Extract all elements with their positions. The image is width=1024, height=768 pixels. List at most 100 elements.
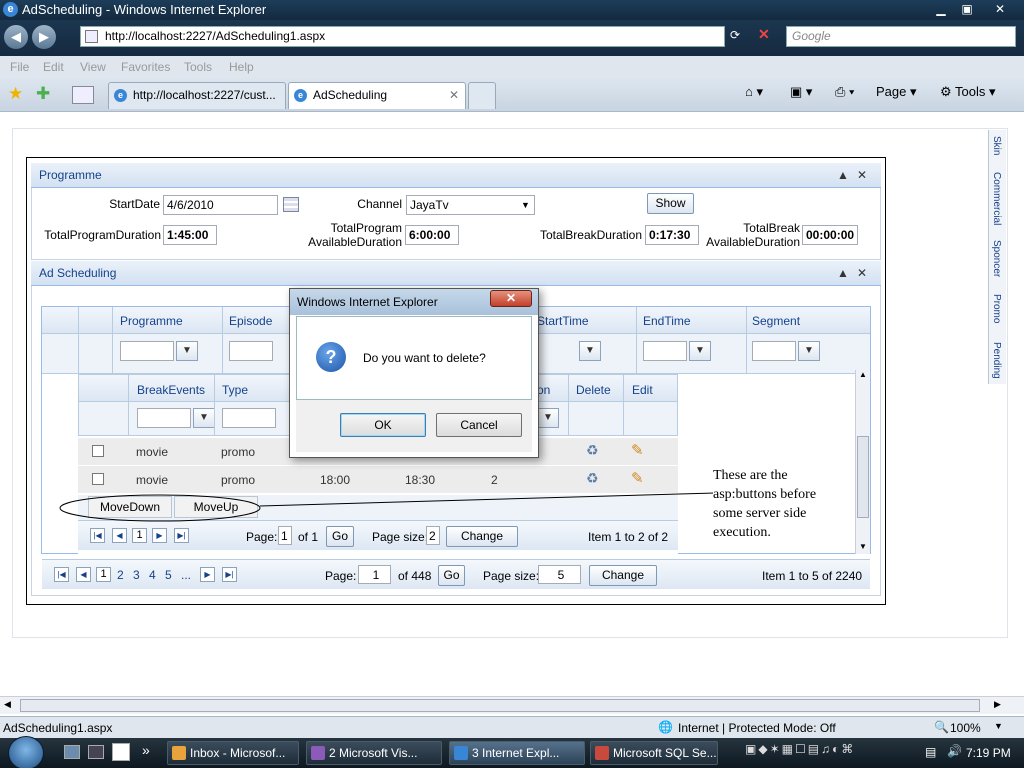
home-icon[interactable]: ⌂ ▾ [745, 84, 763, 100]
programme-filter-input[interactable] [120, 341, 174, 361]
page-menu[interactable]: Page ▾ [876, 84, 917, 100]
print-icon[interactable]: ⎙ ▾ [835, 84, 854, 100]
tab-customer[interactable]: e http://localhost:2227/cust... [108, 82, 286, 109]
sidebar-item-skin[interactable]: Skin [991, 136, 1002, 155]
taskbar-item-sql-server[interactable]: Microsoft SQL Se... [590, 741, 718, 765]
zoom-level[interactable]: 100% [950, 721, 981, 735]
page-number[interactable]: 1 [132, 528, 147, 543]
close-panel-icon[interactable]: ✕ [857, 261, 867, 286]
page-link-5[interactable]: 5 [165, 568, 172, 582]
grid-scrollbar[interactable]: ▲ ▼ [855, 370, 870, 554]
menu-view[interactable]: View [80, 60, 106, 74]
feeds-icon[interactable]: ▣ ▾ [790, 84, 812, 100]
taskbar-item-visual-studio[interactable]: 2 Microsoft Vis... [306, 741, 442, 765]
type-filter-input[interactable] [222, 408, 276, 428]
col-partial[interactable]: on [537, 383, 550, 397]
col-type[interactable]: Type [222, 383, 248, 397]
scroll-left-icon[interactable]: ◀ [4, 699, 11, 710]
chevron-down-icon[interactable]: ▼ [994, 721, 1003, 731]
switch-windows-icon[interactable] [88, 745, 104, 759]
sidebar-item-commercial[interactable]: Commercial [991, 172, 1002, 225]
network-icon[interactable]: ▤ [925, 745, 936, 759]
close-tab-icon[interactable]: ✕ [449, 83, 459, 108]
filter-icon[interactable]: ▼ [193, 408, 215, 428]
channel-select[interactable]: JayaTv ▼ [406, 195, 535, 215]
maximize-button[interactable]: ▣ [954, 0, 980, 18]
col-starttime[interactable]: StartTime [537, 314, 589, 328]
taskbar-item-outlook[interactable]: Inbox - Microsof... [167, 741, 299, 765]
show-button[interactable]: Show [647, 193, 694, 214]
filter-icon[interactable]: ▼ [689, 341, 711, 361]
col-segment[interactable]: Segment [752, 314, 800, 328]
tray-icons[interactable]: ▣◆✶▦☐▤♫◐⌘ [745, 742, 925, 762]
row-checkbox[interactable] [92, 445, 104, 457]
close-panel-icon[interactable]: ✕ [857, 163, 867, 188]
cancel-button[interactable]: Cancel [436, 413, 522, 437]
col-episode[interactable]: Episode [229, 314, 272, 328]
scroll-down-icon[interactable]: ▼ [859, 542, 867, 551]
prev-page-icon[interactable]: ◀ [112, 528, 127, 543]
endtime-filter-input[interactable] [643, 341, 687, 361]
scroll-thumb[interactable] [857, 436, 869, 518]
first-page-icon[interactable]: |◀ [90, 528, 105, 543]
scroll-up-icon[interactable]: ▲ [859, 370, 867, 379]
start-button[interactable] [8, 736, 44, 768]
back-button[interactable]: ◀ [4, 25, 28, 49]
segment-filter-input[interactable] [752, 341, 796, 361]
new-tab-button[interactable] [468, 82, 496, 109]
sidebar-item-pending[interactable]: Pending [991, 342, 1002, 379]
menu-file[interactable]: File [10, 60, 29, 74]
menu-tools[interactable]: Tools [184, 60, 212, 74]
col-endtime[interactable]: EndTime [643, 314, 691, 328]
horizontal-scrollbar[interactable]: ◀ ▶ [0, 696, 1024, 714]
sidebar-item-sponcer[interactable]: Sponcer [991, 240, 1002, 277]
calendar-icon[interactable] [283, 197, 299, 212]
edit-pencil-icon[interactable]: ✎ [631, 441, 644, 459]
col-programme[interactable]: Programme [120, 314, 183, 328]
app-quicklaunch-icon[interactable] [112, 743, 130, 761]
search-input[interactable]: Google [786, 26, 1016, 47]
filter-icon[interactable]: ▼ [798, 341, 820, 361]
menu-favorites[interactable]: Favorites [121, 60, 170, 74]
row-checkbox[interactable] [92, 473, 104, 485]
quick-tabs-icon[interactable] [72, 86, 94, 104]
page-input[interactable]: 1 [358, 565, 391, 584]
first-page-icon[interactable]: |◀ [54, 567, 69, 582]
refresh-icon[interactable]: ⟳ [730, 28, 740, 42]
hscroll-thumb[interactable] [20, 699, 980, 712]
collapse-icon[interactable]: ▲ [837, 163, 849, 188]
col-delete[interactable]: Delete [576, 383, 611, 397]
last-page-icon[interactable]: ▶| [174, 528, 189, 543]
tools-menu[interactable]: ⚙ Tools ▾ [940, 84, 996, 100]
forward-button[interactable]: ▶ [32, 25, 56, 49]
minimize-button[interactable]: ▁ [928, 0, 954, 18]
page-link-3[interactable]: 3 [133, 568, 140, 582]
scroll-right-icon[interactable]: ▶ [994, 699, 1001, 710]
collapse-icon[interactable]: ▲ [837, 261, 849, 286]
dialog-close-button[interactable]: ✕ [490, 290, 532, 307]
security-zone[interactable]: Internet | Protected Mode: Off [678, 721, 836, 735]
col-breakevents[interactable]: BreakEvents [137, 383, 205, 397]
delete-icon[interactable]: ♻ [586, 470, 599, 487]
edit-pencil-icon[interactable]: ✎ [631, 469, 644, 487]
last-page-icon[interactable]: ▶| [222, 567, 237, 582]
breakevents-filter-input[interactable] [137, 408, 191, 428]
page-link-2[interactable]: 2 [117, 568, 124, 582]
next-page-icon[interactable]: ▶ [200, 567, 215, 582]
episode-filter-input[interactable] [229, 341, 273, 361]
next-page-icon[interactable]: ▶ [152, 528, 167, 543]
url-input[interactable]: http://localhost:2227/AdScheduling1.aspx [80, 26, 725, 47]
menu-help[interactable]: Help [229, 60, 254, 74]
filter-icon[interactable]: ▼ [579, 341, 601, 361]
start-date-input[interactable]: 4/6/2010 [163, 195, 278, 215]
page-link-4[interactable]: 4 [149, 568, 156, 582]
volume-icon[interactable]: 🔊 [947, 744, 962, 758]
page-size-input[interactable]: 5 [538, 565, 581, 584]
filter-icon[interactable]: ▼ [537, 408, 559, 428]
ok-button[interactable]: OK [340, 413, 426, 437]
sidebar-item-promo[interactable]: Promo [991, 294, 1002, 323]
stop-icon[interactable]: ✕ [758, 26, 770, 43]
prev-page-icon[interactable]: ◀ [76, 567, 91, 582]
page-link-more[interactable]: ... [181, 568, 191, 582]
go-button[interactable]: Go [438, 565, 465, 586]
